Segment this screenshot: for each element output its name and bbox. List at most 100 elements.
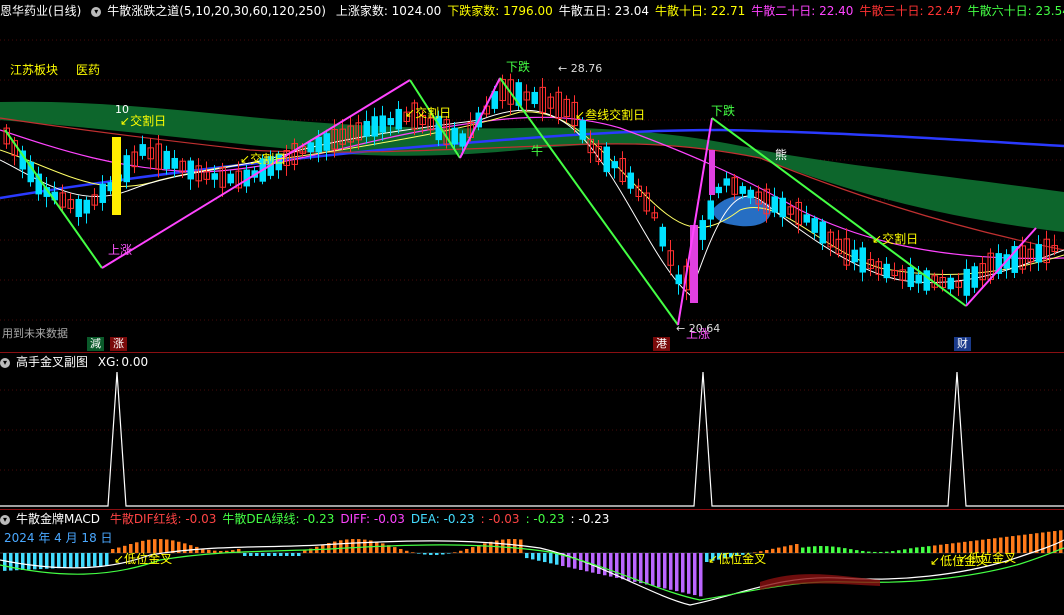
macd-bar-4 (27, 553, 31, 570)
macd-bar-137 (825, 546, 829, 553)
macd-bar-35 (213, 550, 217, 553)
macd-bar-15 (93, 553, 97, 567)
macd-bar-130 (783, 546, 787, 553)
macd-bar-139 (837, 547, 841, 553)
macd-bar-48 (291, 553, 295, 556)
macd-bar-143 (861, 550, 865, 553)
macd-bar-140 (843, 548, 847, 553)
macd-bar-157 (945, 544, 949, 553)
macd-bar-40 (243, 553, 247, 556)
macd-bar-63 (381, 543, 385, 553)
macd-bar-24 (147, 539, 151, 553)
macd-bar-142 (855, 550, 859, 553)
macd-bar-106 (639, 553, 643, 584)
macd-bar-30 (183, 543, 187, 553)
macd-bar-155 (933, 545, 937, 553)
macd-bar-75 (453, 552, 457, 553)
macd-bar-10 (63, 553, 67, 568)
macd-bar-44 (267, 553, 271, 556)
macd-bar-87 (525, 553, 529, 559)
macd-bar-131 (789, 545, 793, 553)
macd-bar-46 (279, 553, 283, 556)
macd-bar-105 (633, 553, 637, 582)
macd-bar-72 (435, 553, 439, 555)
macd-bar-154 (927, 546, 931, 553)
macd-bar-25 (153, 539, 157, 553)
macd-cloud-red (760, 574, 880, 590)
macd-bar-57 (345, 539, 349, 553)
macd-bar-83 (501, 539, 505, 553)
macd-bar-78 (471, 547, 475, 553)
macd-bar-59 (357, 539, 361, 553)
macd-bar-170 (1023, 534, 1027, 553)
macd-bar-43 (261, 553, 265, 556)
macd-bar-17 (105, 553, 109, 566)
macd-bar-169 (1017, 535, 1021, 553)
chart-window: 恩华药业(日线) ▾ 牛散涨跌之道(5,10,20,30,60,120,250) … (0, 0, 1064, 615)
macd-bar-88 (531, 553, 535, 560)
macd-bar-92 (555, 553, 559, 565)
macd-bar-107 (645, 553, 649, 585)
macd-bar-58 (351, 539, 355, 553)
macd-bar-174 (1047, 531, 1051, 553)
macd-bar-134 (807, 546, 811, 553)
macd-bar-70 (423, 553, 427, 555)
gold-cross-2: ↙低位金叉 (708, 552, 767, 566)
macd-bar-26 (159, 539, 163, 553)
macd-bar-47 (285, 553, 289, 556)
macd-bar-34 (207, 549, 211, 553)
macd-bar-60 (363, 539, 367, 553)
macd-bar-84 (507, 539, 511, 553)
sub2-chart[interactable] (0, 0, 1064, 615)
macd-bar-113 (681, 553, 685, 593)
gold-cross-4: ↙低位金叉 (958, 551, 1017, 565)
macd-bar-50 (303, 550, 307, 553)
macd-bar-112 (675, 553, 679, 592)
macd-bar-146 (879, 551, 883, 553)
macd-bar-62 (375, 541, 379, 553)
macd-bar-132 (795, 544, 799, 553)
macd-bar-16 (99, 553, 103, 567)
macd-bar-31 (189, 545, 193, 553)
macd-bar-108 (651, 553, 655, 586)
macd-bar-71 (429, 553, 433, 555)
macd-bar-114 (687, 553, 691, 594)
macd-bar-133 (801, 547, 805, 553)
macd-bar-85 (513, 539, 517, 553)
macd-bar-148 (891, 551, 895, 553)
macd-bar-74 (447, 553, 451, 554)
macd-bar-76 (459, 550, 463, 553)
macd-bar-73 (441, 553, 445, 555)
macd-bar-69 (417, 553, 421, 554)
macd-bar-102 (615, 553, 619, 578)
macd-bar-136 (819, 546, 823, 553)
macd-bar-153 (921, 546, 925, 553)
macd-bar-68 (411, 552, 415, 553)
macd-bar-56 (339, 540, 343, 553)
macd-bar-89 (537, 553, 541, 561)
macd-bar-45 (273, 553, 277, 556)
macd-bar-13 (81, 553, 85, 567)
macd-bar-11 (69, 553, 73, 568)
macd-bar-147 (885, 551, 889, 553)
macd-bar-129 (777, 547, 781, 553)
macd-bar-98 (591, 553, 595, 573)
macd-bar-150 (903, 549, 907, 553)
macd-bar-110 (663, 553, 667, 589)
macd-bar-42 (255, 553, 259, 556)
macd-bar-41 (249, 553, 253, 556)
macd-bar-128 (771, 548, 775, 553)
macd-bar-95 (573, 553, 577, 569)
macd-bar-80 (483, 543, 487, 553)
macd-bar-27 (165, 539, 169, 553)
macd-bar-109 (657, 553, 661, 588)
macd-bar-49 (297, 553, 301, 556)
macd-bar-5 (33, 553, 37, 570)
macd-bar-94 (567, 553, 571, 568)
macd-bar-79 (477, 545, 481, 553)
macd-bar-8 (51, 553, 55, 569)
macd-bar-12 (75, 553, 79, 568)
macd-bar-66 (399, 548, 403, 553)
macd-bar-156 (939, 544, 943, 553)
macd-bar-149 (897, 550, 901, 553)
